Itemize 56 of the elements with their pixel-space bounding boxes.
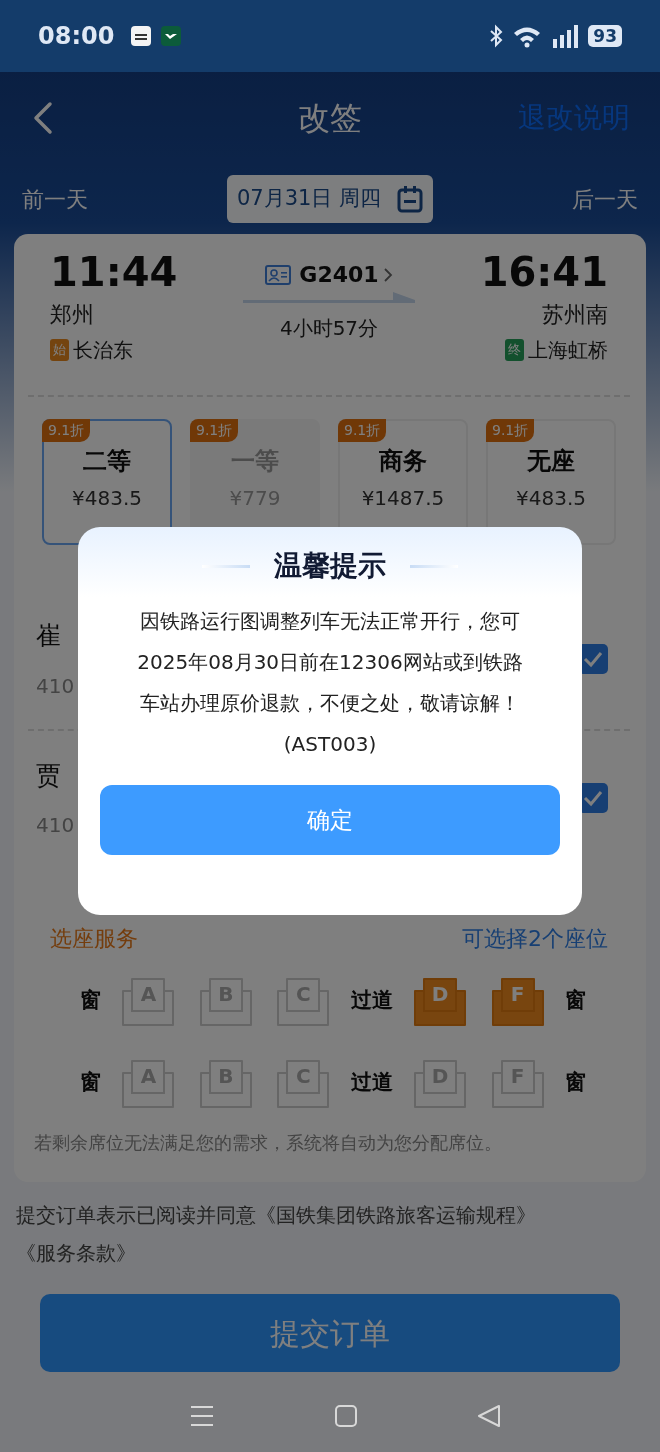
seat-note: 若剩余席位无法满足您的需求，系统将自动为您分配席位。: [34, 1131, 503, 1155]
aisle-label: 过道: [350, 1069, 393, 1097]
passenger-id: 410: [36, 672, 75, 700]
departure-station: 郑州: [50, 301, 95, 329]
seat-class-price: ¥1487.5: [360, 485, 446, 512]
confirm-button[interactable]: 确定: [100, 785, 560, 855]
departure-time: 11:44: [50, 250, 178, 294]
previous-day-link[interactable]: 前一天: [22, 182, 88, 216]
discount-tag: 9.1折: [486, 419, 535, 442]
submit-order-button[interactable]: 提交订单: [40, 1294, 620, 1372]
seat-class-name: 无座: [526, 446, 576, 477]
seat-hint: 可选择2个座位: [462, 925, 608, 953]
terms-link[interactable]: 《服务条款》: [16, 1241, 136, 1265]
bluetooth-icon: [488, 24, 505, 48]
discount-tag: 9.1折: [190, 419, 239, 442]
passenger-name: 崔: [36, 620, 62, 652]
signal-icon: [550, 23, 581, 49]
dialog-title: 温馨提示: [274, 548, 386, 584]
menu-icon[interactable]: [189, 1404, 216, 1428]
window-label: 窗: [564, 987, 586, 1015]
discount-tag: 9.1折: [338, 419, 387, 442]
terminal-tag: 终: [505, 339, 524, 361]
passenger-name: 贾: [36, 759, 62, 792]
clock: 08:00: [38, 21, 115, 52]
seat-class-option[interactable]: 9.1折 二等 ¥483.5: [42, 419, 172, 545]
chevron-icon: [382, 266, 393, 283]
seat-class-name: 二等: [82, 446, 132, 477]
app-icon: [160, 25, 183, 47]
agreement-text: 提交订单表示已阅读并同意《国铁集团铁路旅客运输规程》 《服务条款》: [15, 1202, 537, 1267]
seat-class-price: ¥483.5: [515, 485, 587, 512]
seat-class-option[interactable]: 9.1折 无座 ¥483.5: [486, 419, 616, 545]
window-label: 窗: [80, 987, 101, 1015]
travel-duration: 4小时57分: [279, 315, 379, 342]
home-icon[interactable]: [334, 1404, 358, 1428]
window-label: 窗: [80, 1069, 101, 1097]
aisle-label: 过道: [350, 987, 393, 1015]
window-label: 窗: [564, 1069, 586, 1097]
id-card-icon: [265, 264, 292, 285]
origin-tag: 始: [50, 339, 69, 361]
dialog-message: 因铁路运行图调整列车无法正常开行，您可2025年08月30日前在12306网站或到铁路车站办理原价退款，不便之处，敬请谅解！(AST003): [136, 608, 524, 758]
arrival-station: 苏州南: [542, 301, 608, 329]
train-number-link[interactable]: G2401: [299, 258, 393, 291]
terms-link[interactable]: 《国铁集团铁路旅客运输规程》: [256, 1203, 536, 1227]
discount-tag: 9.1折: [42, 419, 91, 442]
back-icon[interactable]: [476, 1404, 501, 1428]
next-day-link[interactable]: 后一天: [572, 182, 638, 216]
terminal-station: 上海虹桥: [528, 337, 608, 364]
seat-class-price: ¥483.5: [71, 485, 143, 512]
section-title: 选座服务: [50, 925, 138, 953]
date-picker[interactable]: 07月31日 周四: [226, 175, 434, 223]
origin-station: 长治东: [73, 337, 133, 364]
battery-level: 93: [588, 25, 622, 47]
seat-class-name: 商务: [378, 446, 428, 477]
arrival-time: 16:41: [480, 250, 608, 294]
passenger-id: 410: [36, 812, 75, 839]
page-title: 改签: [298, 98, 362, 139]
